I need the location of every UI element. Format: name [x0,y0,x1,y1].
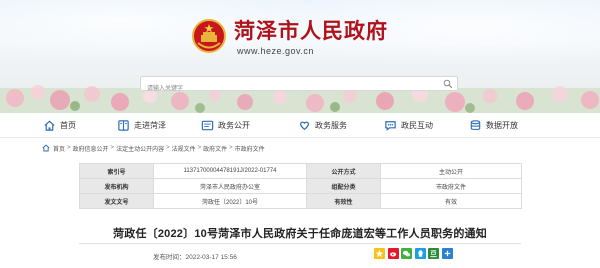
document-number-value: 菏政任〔2022〕10号 [153,193,307,209]
nav-label: 首页 [60,120,76,130]
nav-item-about-heze[interactable]: 走进菏泽 [117,113,166,137]
publish-info: 发布时间：2022-03-17 15:56 [153,251,237,261]
nav-item-home[interactable]: 首页 [43,113,76,137]
document-icon [201,120,214,130]
nav-item-gov-affairs-open[interactable]: 政务公开 [201,113,250,137]
breadcrumb-link-statutory-content[interactable]: 法定主动公开内容 [116,144,164,153]
index-number-label: 索引号 [79,163,154,179]
breadcrumb-link-city-gov-documents[interactable]: 市政府文件 [235,144,265,153]
home-icon [44,120,55,131]
nav-label: 走进菏泽 [134,120,166,130]
weibo-share-icon[interactable] [387,248,399,259]
breadcrumb-separator: > [110,145,115,151]
disclosure-method-value: 主动公开 [380,163,522,179]
book-icon [118,119,129,131]
nav-label: 数据开放 [486,120,518,130]
breadcrumb-link-gov-documents[interactable]: 政府文件 [203,144,227,153]
category-value: 市政府文件 [380,178,522,194]
more-share-icon[interactable] [441,248,453,259]
nav-item-gov-services[interactable]: 政务服务 [298,113,347,137]
table-row: 索引号 11371700004478191J/2022-01774 公开方式 主… [79,163,522,179]
header-banner: 菏泽市人民政府 www.heze.gov.cn [0,0,600,113]
validity-value: 有效 [380,193,522,209]
table-row: 发文文号 菏政任〔2022〕10号 有效性 有效 [79,193,522,209]
document-title: 菏政任〔2022〕10号菏泽市人民政府关于任命庞道宏等工作人员职务的通知 [113,228,487,240]
disclosure-method-label: 公开方式 [306,163,381,179]
breadcrumb-link-gov-info-open[interactable]: 政府信息公开 [73,144,109,153]
nav-item-public-interaction[interactable]: 政民互动 [384,113,433,137]
publish-time-label: 发布时间： [153,254,186,261]
breadcrumb-link-regulations[interactable]: 法规文件 [172,144,196,153]
breadcrumb: 首页 > 政府信息公开 > 法定主动公开内容 > 法规文件 > 政府文件 > 市… [42,143,265,153]
document-number-label: 发文文号 [79,193,154,209]
table-row: 发布机构 菏泽市人民政府办公室 组配分类 市政府文件 [79,178,522,194]
site-url: www.heze.gov.cn [237,46,314,56]
index-number-value: 11371700004478191J/2022-01774 [153,163,307,179]
wechat-share-icon[interactable] [401,248,412,259]
heart-hands-icon [300,121,309,130]
chat-icon [385,120,396,131]
database-icon [470,119,481,130]
issuing-agency-label: 发布机构 [79,178,154,194]
main-nav: 首页 走进菏泽 政务公开 政务服务 政民互动 数据开放 [0,113,600,137]
nav-label: 政民互动 [401,120,433,130]
publish-time-value: 2022-03-17 15:56 [185,254,237,261]
nav-item-open-data[interactable]: 数据开放 [469,113,518,137]
breadcrumb-separator: > [67,145,71,151]
nav-label: 政务公开 [218,120,250,130]
national-emblem-icon [192,19,226,53]
nav-label: 政务服务 [315,120,347,130]
issuing-agency-value: 菏泽市人民政府办公室 [153,178,307,194]
search-icon[interactable] [443,79,453,89]
search-box [140,76,458,96]
search-input[interactable] [141,82,437,96]
breadcrumb-separator: > [229,145,233,151]
douban-share-icon[interactable] [428,248,439,259]
breadcrumb-separator: > [197,145,202,151]
document-info-table: 索引号 11371700004478191J/2022-01774 公开方式 主… [79,163,522,209]
category-label: 组配分类 [306,178,381,194]
validity-label: 有效性 [306,193,381,209]
qzone-share-icon[interactable] [374,248,385,259]
share-bar [374,248,455,259]
home-icon [42,144,50,152]
breadcrumb-link-home[interactable]: 首页 [53,144,65,153]
qq-share-icon[interactable] [414,248,426,259]
site-title: 菏泽市人民政府 [234,20,388,43]
title-divider [79,243,521,244]
breadcrumb-separator: > [166,145,170,151]
